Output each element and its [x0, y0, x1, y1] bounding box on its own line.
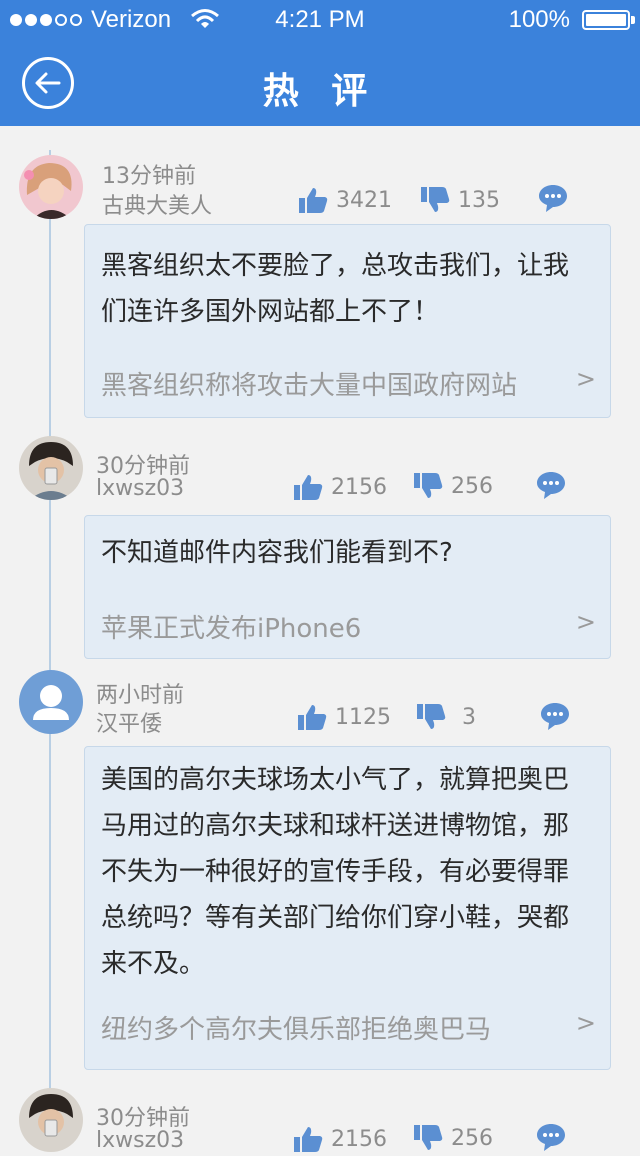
comment-card: 不知道邮件内容我们能看到不? 苹果正式发布iPhone6 >	[84, 515, 611, 659]
dislike-button[interactable]: 256	[413, 472, 493, 500]
comment-username: 汉平倭	[96, 712, 163, 737]
reply-button[interactable]	[536, 470, 566, 504]
thumbs-down-icon	[414, 473, 443, 498]
thumbs-down-icon	[421, 187, 450, 212]
thumbs-up-icon	[294, 1127, 323, 1152]
like-count: 2156	[331, 1126, 387, 1152]
comment-card: 美国的高尔夫球场太小气了，就算把奥巴马用过的高尔夫球和球杆送进博物馆，那不失为一…	[84, 746, 611, 1070]
news-title: 纽约多个高尔夫俱乐部拒绝奥巴马	[101, 1015, 492, 1045]
thumbs-up-icon	[294, 475, 323, 500]
battery-tip	[631, 16, 635, 24]
like-count: 3421	[336, 187, 392, 213]
avatar[interactable]	[19, 1088, 83, 1152]
default-user-icon	[33, 685, 69, 720]
dislike-button[interactable]: 3	[416, 703, 476, 731]
like-button[interactable]: 1125	[297, 703, 391, 731]
comment-username: 古典大美人	[102, 194, 213, 219]
comment-username: lxwsz03	[96, 1128, 185, 1153]
chevron-right-icon: >	[575, 1009, 596, 1037]
news-link[interactable]: 黑客组织称将攻击大量中国政府网站 >	[101, 365, 596, 402]
comment-text: 黑客组织太不要脸了，总攻击我们，让我们连许多国外网站都上不了！	[101, 251, 570, 327]
comment-bubble-icon	[541, 703, 569, 730]
avatar[interactable]	[19, 436, 83, 500]
timeline-line	[49, 150, 51, 1136]
chevron-right-icon: >	[575, 365, 596, 393]
like-button[interactable]: 2156	[293, 473, 387, 501]
news-title: 黑客组织称将攻击大量中国政府网站	[101, 371, 518, 401]
news-link[interactable]: 苹果正式发布iPhone6 >	[101, 608, 596, 645]
chevron-right-icon: >	[575, 608, 596, 636]
like-count: 2156	[331, 474, 387, 500]
thumbs-up-icon	[299, 188, 328, 213]
like-count: 1125	[335, 704, 391, 730]
comment-bubble-icon	[537, 1124, 565, 1151]
app-header: Verizon 4:21 PM 100% 热 评	[0, 0, 640, 126]
status-bar: Verizon 4:21 PM 100%	[0, 0, 640, 40]
dislike-count: 256	[451, 473, 493, 499]
dislike-button[interactable]: 256	[413, 1124, 493, 1152]
comment-text: 不知道邮件内容我们能看到不?	[101, 538, 453, 568]
reply-button[interactable]	[536, 1122, 566, 1156]
comment-username: lxwsz03	[96, 476, 185, 501]
reply-button[interactable]	[540, 701, 570, 735]
page-title: 热 评	[262, 71, 378, 112]
like-button[interactable]: 3421	[298, 186, 392, 214]
battery-percent: 100%	[508, 6, 570, 33]
comment-card: 黑客组织太不要脸了，总攻击我们，让我们连许多国外网站都上不了！ 黑客组织称将攻击…	[84, 224, 611, 418]
comment-text: 美国的高尔夫球场太小气了，就算把奥巴马用过的高尔夫球和球杆送进博物馆，那不失为一…	[101, 765, 570, 979]
dislike-button[interactable]: 135	[420, 186, 500, 214]
like-button[interactable]: 2156	[293, 1125, 387, 1153]
avatar[interactable]	[19, 155, 83, 219]
comment-time: 13分钟前	[102, 164, 196, 189]
reply-button[interactable]	[538, 183, 568, 217]
comment-time: 两小时前	[96, 683, 185, 708]
comment-bubble-icon	[539, 185, 567, 212]
battery-icon	[582, 10, 630, 30]
dislike-count: 3	[462, 704, 476, 730]
thumbs-down-icon	[417, 704, 446, 729]
dislike-count: 256	[451, 1125, 493, 1151]
thumbs-down-icon	[414, 1125, 443, 1150]
news-title: 苹果正式发布iPhone6	[101, 614, 362, 644]
thumbs-up-icon	[298, 705, 327, 730]
news-link[interactable]: 纽约多个高尔夫俱乐部拒绝奥巴马 >	[101, 1009, 596, 1046]
comment-bubble-icon	[537, 472, 565, 499]
dislike-count: 135	[458, 187, 500, 213]
avatar[interactable]	[19, 670, 83, 734]
